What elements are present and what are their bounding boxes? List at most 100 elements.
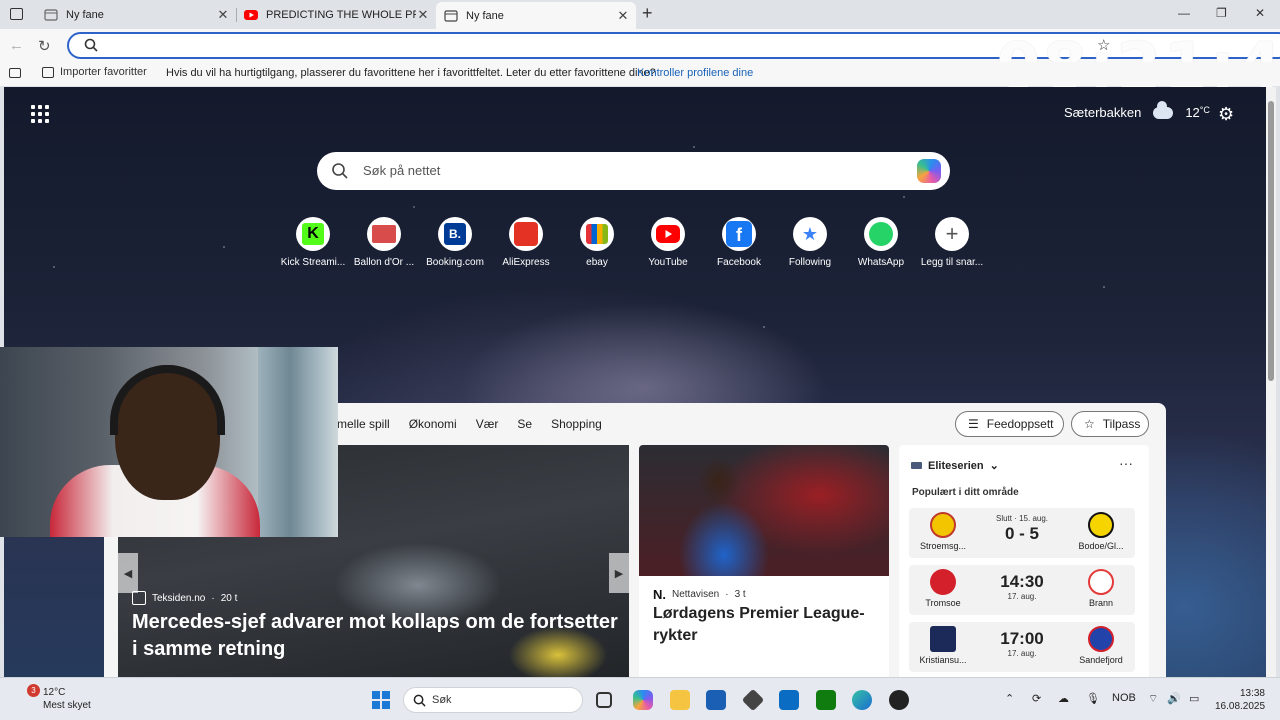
scrollbar-thumb[interactable] (1268, 101, 1274, 381)
add-shortcut-tile[interactable]: + Legg til snar... (917, 217, 987, 268)
3d-app-icon[interactable] (741, 688, 765, 712)
feed-nav-item[interactable]: melle spill (337, 417, 390, 431)
team-crest-icon (1088, 569, 1114, 595)
copilot-app-icon[interactable] (633, 690, 653, 710)
steam-icon[interactable] (889, 690, 909, 710)
article-photo (639, 445, 889, 576)
back-icon[interactable]: ← (9, 37, 24, 54)
quick-link-booking[interactable]: B. Booking.com (420, 217, 490, 268)
close-window-button[interactable]: ✕ (1255, 6, 1265, 20)
page-scrollbar[interactable] (1266, 87, 1276, 677)
quick-link-whatsapp[interactable]: WhatsApp (846, 217, 916, 268)
show-hidden-icons[interactable]: ⌃ (1005, 692, 1014, 705)
ballon-dor-icon (367, 217, 401, 251)
store-icon[interactable] (706, 690, 726, 710)
refresh-icon[interactable]: ↻ (38, 37, 51, 55)
feed-nav-item[interactable]: Vær (476, 417, 499, 431)
taskbar: 3 12°C Mest skyet Søk ⌃ ⟳ ☁ 🎙 NOB ⌔ 🔊 ▭ … (0, 677, 1280, 720)
sliders-icon: ☰ (968, 417, 979, 431)
quick-link-facebook[interactable]: f Facebook (704, 217, 774, 268)
quick-link-aliexpress[interactable]: AliExpress (491, 217, 561, 268)
new-tab-button[interactable]: + (642, 3, 653, 24)
feed-nav-item[interactable]: Shopping (551, 417, 602, 431)
match-row[interactable]: Kristiansu... 17:00 17. aug. Sandefjord (909, 622, 1135, 672)
manage-profiles-link[interactable]: Kontroller profilene dine (637, 67, 753, 79)
xbox-icon[interactable] (816, 690, 836, 710)
youtube-icon (244, 9, 258, 20)
away-team: Brann (1071, 569, 1131, 608)
match-row[interactable]: Tromsoe 14:30 17. aug. Brann (909, 565, 1135, 615)
tab-actions-icon[interactable] (10, 8, 23, 20)
copilot-icon[interactable] (917, 159, 941, 183)
weather-widget[interactable]: Sæterbakken 12°C (1064, 100, 1210, 120)
quick-link-ebay[interactable]: ebay (562, 217, 632, 268)
following-star-icon: ★ (793, 217, 827, 251)
feed-nav-item[interactable]: Økonomi (409, 417, 457, 431)
home-team: Kristiansu... (913, 626, 973, 665)
import-label: Importer favoritter (60, 66, 147, 78)
close-icon[interactable]: ✕ (216, 7, 230, 23)
carousel-next-button[interactable]: ▶ (609, 553, 629, 593)
headset (110, 365, 225, 435)
volume-icon[interactable]: 🔊 (1167, 692, 1181, 705)
web-search-box[interactable]: Søk på nettet (317, 152, 950, 190)
league-selector[interactable]: Eliteserien ⌄ (911, 459, 999, 472)
quick-link-kick[interactable]: K Kick Streami... (278, 217, 348, 268)
team-crest-icon (930, 626, 956, 652)
quick-link-following[interactable]: ★ Following (775, 217, 845, 268)
team-crest-icon (1088, 626, 1114, 652)
reading-list-icon[interactable] (9, 68, 21, 78)
article-headline[interactable]: Mercedes-sjef advarer mot kollaps om de … (132, 609, 622, 663)
quick-link-youtube[interactable]: YouTube (633, 217, 703, 268)
league-logo-icon (911, 462, 922, 469)
apps-launcher-icon[interactable] (31, 105, 49, 123)
chevron-down-icon: ⌄ (989, 460, 999, 472)
import-icon (42, 66, 54, 78)
quick-links: K Kick Streami... Ballon d'Or ... B. Booki… (278, 217, 998, 268)
away-team: Bodoe/Gl... (1071, 512, 1131, 551)
notification-badge: 3 (27, 684, 40, 697)
minimize-button[interactable]: — (1178, 6, 1190, 20)
azure-app-icon[interactable] (779, 690, 799, 710)
match-info: 14:30 17. aug. (1000, 572, 1044, 601)
close-icon[interactable]: ✕ (416, 7, 430, 23)
close-icon[interactable]: ✕ (616, 8, 630, 24)
task-view-icon[interactable] (596, 692, 612, 708)
keyboard-language[interactable]: NOB (1112, 692, 1136, 704)
more-options-icon[interactable]: ··· (1119, 455, 1133, 471)
import-favorites-button[interactable]: Importer favoritter (42, 66, 147, 78)
facebook-icon: f (722, 217, 756, 251)
tab-1[interactable]: Ny fane ✕ (36, 2, 236, 27)
whatsapp-icon (864, 217, 898, 251)
edge-icon[interactable] (852, 690, 872, 710)
article-source: Teksiden.no · 20 t (132, 591, 237, 605)
taskbar-clock[interactable]: 13:38 16.08.2025 (1215, 687, 1265, 713)
cloud-icon[interactable]: ☁ (1058, 692, 1069, 705)
youtube-icon (651, 217, 685, 251)
tab-3-active[interactable]: Ny fane ✕ (436, 2, 636, 29)
webcam-overlay (0, 347, 338, 537)
side-news-card[interactable]: N. Nettavisen · 3 t Lørdagens Premier Leag… (639, 445, 889, 677)
carousel-prev-button[interactable]: ◀ (118, 553, 138, 593)
file-explorer-icon[interactable] (670, 690, 690, 710)
wifi-icon[interactable]: ⌔ (1148, 692, 1158, 706)
plus-icon: + (935, 217, 969, 251)
sports-subtitle: Populært i ditt område (912, 487, 1019, 498)
tab-2[interactable]: PREDICTING THE WHOLE PREMIE ✕ (236, 2, 436, 27)
customize-star-icon: ☆ (1084, 417, 1095, 431)
maximize-button[interactable]: ❐ (1216, 6, 1227, 20)
feed-nav-item[interactable]: Se (517, 417, 532, 431)
taskbar-search[interactable]: Søk (403, 687, 583, 713)
microphone-icon[interactable]: 🎙 (1086, 692, 1100, 705)
match-row[interactable]: Stroemsg... Slutt · 15. aug. 0 - 5 Bodoe/… (909, 508, 1135, 558)
sync-icon[interactable]: ⟳ (1032, 692, 1041, 705)
battery-icon[interactable]: ▭ (1189, 692, 1199, 705)
tab-strip: Ny fane ✕ PREDICTING THE WHOLE PREMIE ✕ … (0, 0, 1280, 29)
settings-gear-icon[interactable]: ⚙ (1218, 104, 1234, 125)
feed-settings-button[interactable]: ☰ Feedoppsett (955, 411, 1064, 437)
customize-button[interactable]: ☆ Tilpass (1071, 411, 1149, 437)
taskbar-weather[interactable]: 3 12°C Mest skyet (17, 684, 91, 712)
start-button[interactable] (372, 691, 390, 709)
quick-link-ballon-dor[interactable]: Ballon d'Or ... (349, 217, 419, 268)
article-headline[interactable]: Lørdagens Premier League-rykter (653, 603, 878, 647)
